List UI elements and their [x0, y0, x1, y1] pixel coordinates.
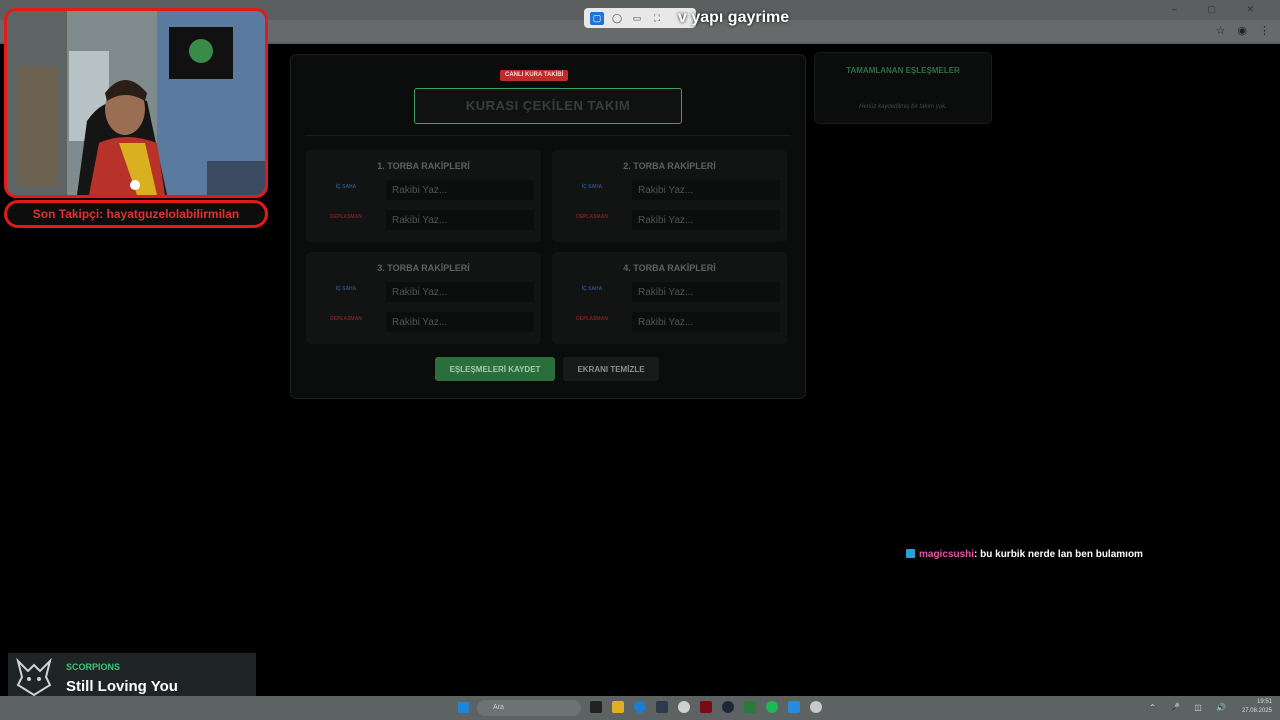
away-opponent-input[interactable] — [632, 210, 780, 230]
away-opponent-input[interactable] — [386, 312, 534, 332]
profile-icon[interactable]: ◉ — [1237, 24, 1247, 37]
pot-3-panel: 3. TORBA RAKİPLERİ İÇ SAHA DEPLASMAN — [306, 252, 541, 344]
last-follower-banner: Son Takipçi: hayatguzelolabilirmilan — [4, 200, 268, 228]
chat-platform-icon — [906, 549, 915, 558]
pot-4-panel: 4. TORBA RAKİPLERİ İÇ SAHA DEPLASMAN — [552, 252, 787, 344]
album-art-wolf-icon — [12, 655, 56, 699]
folder-icon[interactable] — [612, 701, 624, 713]
draw-tracker-card: CANLI KURA TAKİBİ KURASI ÇEKİLEN TAKIM 1… — [290, 54, 806, 399]
away-opponent-input[interactable] — [386, 210, 534, 230]
calculator-icon[interactable] — [656, 701, 668, 713]
home-opponent-input[interactable] — [632, 180, 780, 200]
steam-icon[interactable] — [722, 701, 734, 713]
chrome-profile-icon[interactable] — [810, 701, 822, 713]
home-opponent-input[interactable] — [386, 180, 534, 200]
terminal-icon[interactable] — [700, 701, 712, 713]
fullscreen-icon[interactable]: ⛶ — [650, 12, 664, 25]
away-tag: DEPLASMAN — [330, 316, 362, 322]
pot-title: 1. TORBA RAKİPLERİ — [377, 161, 470, 171]
completed-matches-card: TAMAMLANAN EŞLEŞMELER Henüz kaydedilmiş … — [814, 52, 992, 124]
bookmark-star-icon[interactable]: ☆ — [1216, 24, 1226, 37]
freeform-icon[interactable]: ◯ — [610, 12, 624, 25]
away-tag: DEPLASMAN — [576, 316, 608, 322]
window-icon[interactable]: ▭ — [630, 12, 644, 25]
file-app-icon[interactable] — [590, 701, 602, 713]
home-opponent-input[interactable] — [632, 282, 780, 302]
pot-title: 4. TORBA RAKİPLERİ — [623, 263, 716, 273]
home-opponent-input[interactable] — [386, 282, 534, 302]
away-tag: DEPLASMAN — [576, 214, 608, 220]
game-launcher-icon[interactable] — [744, 701, 756, 713]
webcam-frame — [4, 8, 268, 198]
system-tray-icons[interactable]: ⌃ 🎤 ◫ 🔊 — [1149, 703, 1232, 712]
taskbar: Ara ⌃ 🎤 ◫ 🔊 19:51 27.08.2025 — [0, 696, 1280, 720]
live-subtitle: v yapı gayrime — [678, 9, 790, 26]
spotify-icon[interactable] — [766, 701, 778, 713]
chat-username: magicsushi — [919, 549, 975, 560]
chrome-icon[interactable] — [678, 701, 690, 713]
clock-date: 27.08.2025 — [1241, 708, 1272, 714]
clock-time: 19:51 — [1256, 699, 1272, 705]
chat-message: magicsushi: bu kurbik nerde lan ben bula… — [906, 549, 1143, 560]
home-tag: İÇ SAHA — [335, 286, 357, 292]
now-playing-widget: SCORPIONS Still Loving You — [8, 653, 256, 701]
song-title: Still Loving You — [66, 678, 178, 695]
live-draw-badge: CANLI KURA TAKİBİ — [500, 70, 569, 81]
empty-state-text: Henüz kaydedilmiş bir takım yok. — [859, 104, 947, 110]
completed-title: TAMAMLANAN EŞLEŞMELER — [846, 66, 960, 75]
home-tag: İÇ SAHA — [581, 184, 603, 190]
webcam-feed — [7, 11, 265, 195]
away-opponent-input[interactable] — [632, 312, 780, 332]
edge-icon[interactable] — [634, 701, 646, 713]
drawn-team-field[interactable]: KURASI ÇEKİLEN TAKIM — [414, 88, 682, 124]
away-tag: DEPLASMAN — [330, 214, 362, 220]
home-tag: İÇ SAHA — [581, 286, 603, 292]
artist-name: SCORPIONS — [66, 662, 121, 672]
divider — [305, 135, 791, 136]
pot-1-panel: 1. TORBA RAKİPLERİ İÇ SAHA DEPLASMAN — [306, 150, 541, 242]
save-matches-button[interactable]: EŞLEŞMELERİ KAYDET — [435, 357, 555, 381]
home-tag: İÇ SAHA — [335, 184, 357, 190]
clock[interactable]: 19:51 27.08.2025 — [1242, 698, 1272, 716]
window-controls[interactable]: – ▢ ✕ — [1172, 4, 1268, 15]
browser-toolbar-icons: ☆ ◉ ⋮ — [1216, 24, 1270, 37]
pot-title: 2. TORBA RAKİPLERİ — [623, 161, 716, 171]
rectangle-icon[interactable]: ▢ — [590, 11, 604, 25]
clear-screen-button[interactable]: EKRANI TEMİZLE — [563, 357, 659, 381]
pot-title: 3. TORBA RAKİPLERİ — [377, 263, 470, 273]
vscode-icon[interactable] — [788, 701, 800, 713]
taskbar-search[interactable]: Ara — [477, 700, 581, 716]
menu-icon[interactable]: ⋮ — [1259, 24, 1270, 37]
pot-2-panel: 2. TORBA RAKİPLERİ İÇ SAHA DEPLASMAN — [552, 150, 787, 242]
chat-text: : bu kurbik nerde lan ben bulamıom — [974, 549, 1143, 560]
windows-start-icon[interactable] — [458, 702, 469, 713]
